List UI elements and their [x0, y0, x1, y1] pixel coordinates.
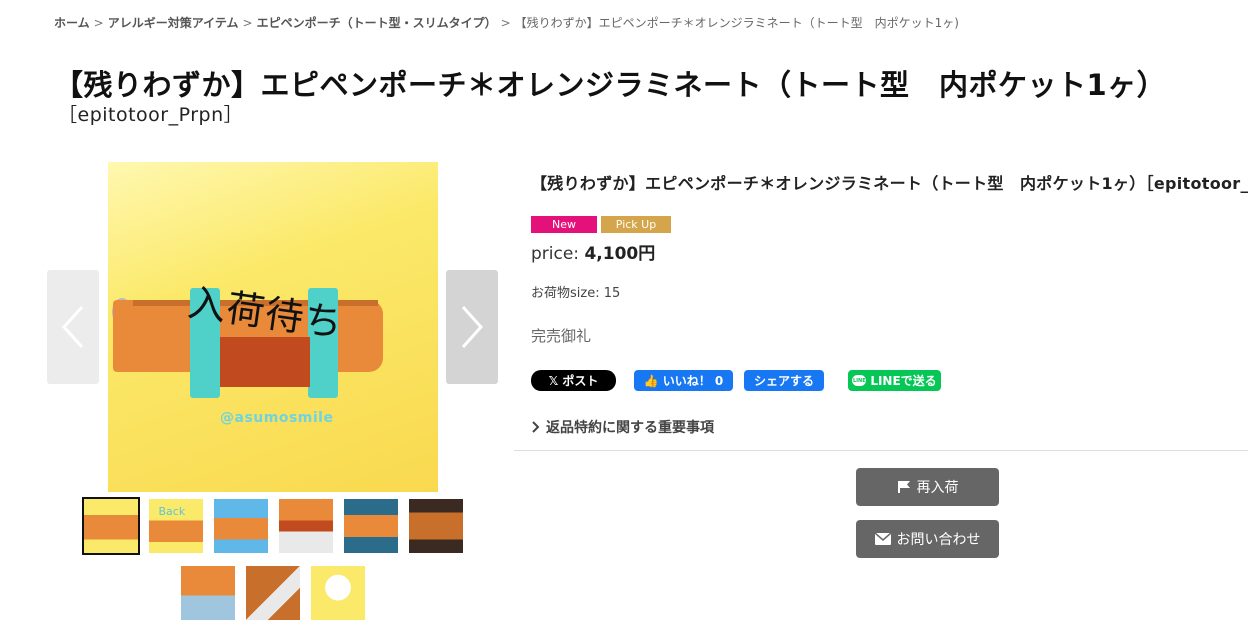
- facebook-share-button[interactable]: シェアする: [744, 370, 824, 391]
- x-logo-icon: 𝕏: [548, 373, 559, 388]
- breadcrumb-current: 【残りわずか】エピペンポーチ＊オレンジラミネート（トート型 内ポケット1ヶ): [514, 16, 959, 30]
- flag-icon: [897, 481, 910, 493]
- thumbnail[interactable]: Back: [147, 497, 205, 555]
- chevron-right-icon: [532, 421, 540, 433]
- price-label: price:: [531, 244, 585, 264]
- chevron-right-icon: [461, 305, 484, 349]
- x-post-button[interactable]: 𝕏 ポスト: [531, 370, 616, 391]
- facebook-like-label: いいね！ 0: [662, 374, 724, 388]
- product-main-image[interactable]: @asumosmile 入荷待ち: [108, 162, 438, 492]
- thumbnail-label: Back: [158, 505, 186, 518]
- restock-label: 再入荷: [916, 480, 959, 496]
- price: price: 4,100円: [531, 239, 1248, 264]
- brand-watermark: @asumosmile: [220, 410, 334, 426]
- thumbnail[interactable]: [81, 497, 140, 555]
- chevron-left-icon: [61, 305, 84, 349]
- breadcrumb-sep: >: [500, 16, 511, 30]
- thumbnail-gallery: Back: [76, 497, 470, 631]
- breadcrumb-sep: >: [93, 16, 104, 30]
- thumbnail[interactable]: [244, 564, 302, 622]
- new-badge: New: [531, 216, 597, 233]
- thumbnail[interactable]: [212, 497, 270, 555]
- thumbnail[interactable]: [277, 497, 335, 555]
- product-code: ［epitotoor_Prpn］: [58, 104, 244, 126]
- product-info-title: 【残りわずか】エピペンポーチ＊オレンジラミネート（トート型 内ポケット1ヶ）［e…: [531, 174, 1248, 193]
- returns-policy-label: 返品特約に関する重要事項: [546, 420, 714, 436]
- breadcrumb-subcategory[interactable]: エピペンポーチ（トート型・スリムタイプ）: [257, 16, 497, 30]
- prev-image-button[interactable]: [47, 270, 99, 384]
- inner-pocket: [220, 337, 310, 387]
- facebook-like-button[interactable]: 👍 いいね！ 0: [634, 370, 733, 391]
- line-send-label: LINEで送る: [870, 374, 937, 388]
- facebook-share-label: シェアする: [753, 374, 814, 388]
- breadcrumb-sep: >: [242, 16, 253, 30]
- breadcrumb: ホーム > アレルギー対策アイテム > エピペンポーチ（トート型・スリムタイプ） > 【残り…: [54, 14, 959, 31]
- line-send-button[interactable]: LINE LINEで送る: [848, 370, 941, 391]
- contact-button[interactable]: お問い合わせ: [856, 520, 999, 558]
- breadcrumb-category[interactable]: アレルギー対策アイテム: [108, 16, 239, 30]
- pickup-badge: Pick Up: [601, 216, 671, 233]
- envelope-icon: [874, 533, 891, 545]
- thumbs-up-icon: 👍: [643, 373, 659, 388]
- price-value: 4,100円: [584, 244, 656, 264]
- social-share-bar: 𝕏 ポスト 👍 いいね！ 0 シェアする LINE LINEで送る: [531, 370, 941, 391]
- page-title: 【残りわずか】エピペンポーチ＊オレンジラミネート（トート型 内ポケット1ヶ）: [54, 68, 1167, 102]
- restock-notify-button[interactable]: 再入荷: [856, 468, 999, 506]
- thumbnail[interactable]: [342, 497, 400, 555]
- product-info: 【残りわずか】エピペンポーチ＊オレンジラミネート（トート型 内ポケット1ヶ）［e…: [531, 170, 1248, 346]
- next-image-button[interactable]: [446, 270, 498, 384]
- x-post-label: ポスト: [562, 374, 599, 388]
- thumbnail[interactable]: [179, 564, 237, 622]
- returns-policy-link[interactable]: 返品特約に関する重要事項: [531, 417, 714, 437]
- thumbnail[interactable]: [407, 497, 465, 555]
- sold-out-status: 完売御礼: [531, 327, 592, 345]
- divider: [514, 450, 1248, 451]
- contact-label: お問い合わせ: [896, 532, 981, 548]
- line-logo-icon: LINE: [852, 375, 867, 386]
- shipping-size: お荷物size: 15: [531, 286, 621, 301]
- badge-group: New Pick Up: [531, 216, 1248, 233]
- breadcrumb-home[interactable]: ホーム: [54, 16, 90, 30]
- thumbnail[interactable]: [309, 564, 367, 622]
